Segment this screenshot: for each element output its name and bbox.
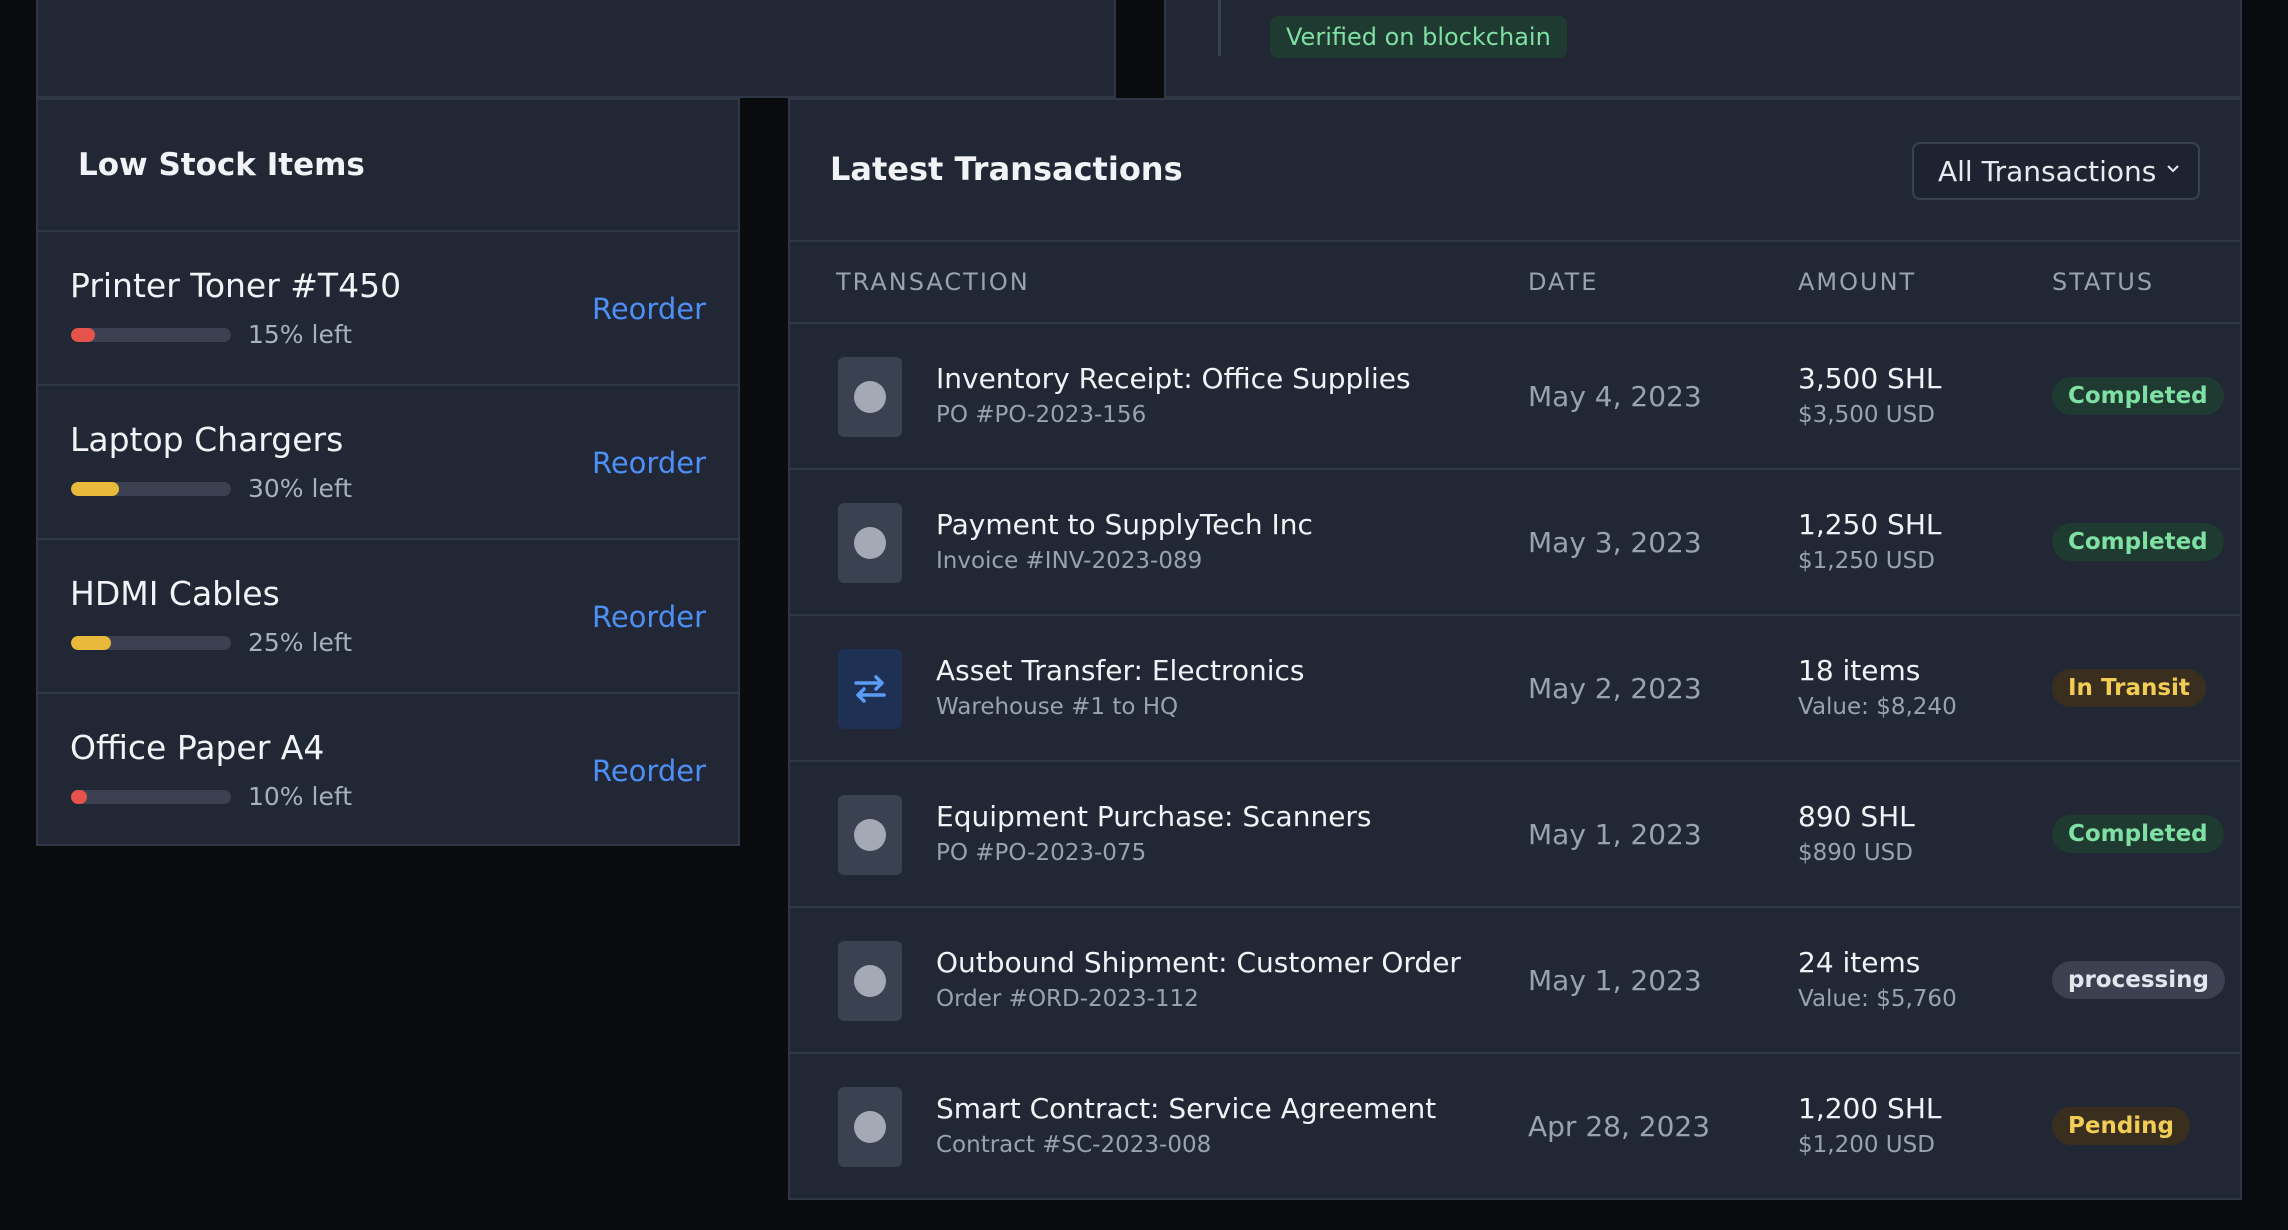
top-left-card: [36, 0, 1116, 98]
low-stock-header: Low Stock Items: [38, 100, 738, 232]
table-header: TRANSACTION DATE AMOUNT STATUS: [790, 242, 2240, 324]
stock-item-name: HDMI Cables: [70, 574, 280, 613]
column-header-status: STATUS: [2052, 268, 2155, 296]
transaction-amount: 1,250 SHL: [1798, 508, 1942, 541]
column-header-amount: AMOUNT: [1798, 268, 1917, 296]
transaction-date: May 1, 2023: [1528, 964, 1702, 997]
stock-item-name: Printer Toner #T450: [70, 266, 402, 305]
transactions-filter-select[interactable]: All Transactions: [1912, 142, 2200, 200]
circle-icon: [838, 795, 902, 875]
status-badge: Completed: [2052, 815, 2224, 853]
stock-progress-fill: [71, 328, 95, 342]
transaction-reference: Contract #SC-2023-008: [936, 1132, 1212, 1158]
verified-badge: Verified on blockchain: [1270, 16, 1567, 58]
transaction-reference: PO #PO-2023-156: [936, 402, 1147, 428]
circle-icon: [838, 357, 902, 437]
circle-icon: [838, 1087, 902, 1167]
status-badge: In Transit: [2052, 669, 2206, 707]
transactions-card: Latest Transactions All Transactions TRA…: [788, 98, 2242, 1200]
transaction-amount: 3,500 SHL: [1798, 362, 1942, 395]
transaction-date: Apr 28, 2023: [1528, 1110, 1711, 1143]
transaction-amount-secondary: $3,500 USD: [1798, 402, 1935, 428]
status-badge: Completed: [2052, 377, 2224, 415]
transaction-date: May 3, 2023: [1528, 526, 1702, 559]
column-header-date: DATE: [1528, 268, 1599, 296]
reorder-button[interactable]: Reorder: [592, 292, 706, 326]
table-row[interactable]: Payment to SupplyTech Inc Invoice #INV-2…: [790, 470, 2240, 616]
transaction-amount: 24 items: [1798, 946, 1921, 979]
transactions-table-body: Inventory Receipt: Office Supplies PO #P…: [790, 324, 2240, 1200]
transaction-amount-secondary: $1,200 USD: [1798, 1132, 1935, 1158]
column-header-transaction: TRANSACTION: [836, 268, 1030, 296]
transactions-header: Latest Transactions All Transactions: [790, 100, 2240, 242]
transaction-name: Outbound Shipment: Customer Order: [936, 946, 1461, 979]
stock-percent-label: 10% left: [248, 782, 353, 811]
stock-progress-fill: [71, 482, 119, 496]
transaction-amount: 1,200 SHL: [1798, 1092, 1942, 1125]
transaction-amount: 890 SHL: [1798, 800, 1915, 833]
table-row[interactable]: Outbound Shipment: Customer Order Order …: [790, 908, 2240, 1054]
transaction-reference: Warehouse #1 to HQ: [936, 694, 1179, 720]
stock-item-name: Office Paper A4: [70, 728, 325, 767]
circle-icon: [838, 941, 902, 1021]
list-item: Laptop Chargers 30% left Reorder: [38, 386, 738, 540]
stock-progress-bar: [71, 328, 231, 342]
transaction-name: Inventory Receipt: Office Supplies: [936, 362, 1411, 395]
low-stock-list: Printer Toner #T450 15% left Reorder Lap…: [38, 232, 738, 848]
transaction-amount-secondary: $1,250 USD: [1798, 548, 1935, 574]
transaction-date: May 1, 2023: [1528, 818, 1702, 851]
stock-progress-bar: [71, 482, 231, 496]
transfer-arrows-icon: [838, 649, 902, 729]
transaction-reference: PO #PO-2023-075: [936, 840, 1147, 866]
chevron-down-icon: [2167, 165, 2179, 173]
status-badge: Completed: [2052, 523, 2224, 561]
low-stock-title: Low Stock Items: [78, 147, 365, 183]
low-stock-card: Low Stock Items Printer Toner #T450 15% …: [36, 98, 740, 846]
list-item: Office Paper A4 10% left Reorder: [38, 694, 738, 848]
timeline-line: [1218, 0, 1221, 56]
reorder-button[interactable]: Reorder: [592, 600, 706, 634]
stock-item-name: Laptop Chargers: [70, 420, 344, 459]
transaction-date: May 4, 2023: [1528, 380, 1702, 413]
reorder-button[interactable]: Reorder: [592, 754, 706, 788]
list-item: HDMI Cables 25% left Reorder: [38, 540, 738, 694]
stock-progress-fill: [71, 790, 87, 804]
status-badge: Pending: [2052, 1107, 2191, 1145]
transaction-date: May 2, 2023: [1528, 672, 1702, 705]
circle-icon: [838, 503, 902, 583]
table-row[interactable]: Asset Transfer: Electronics Warehouse #1…: [790, 616, 2240, 762]
stock-progress-bar: [71, 790, 231, 804]
transactions-filter-value: All Transactions: [1938, 154, 2157, 188]
status-badge: processing: [2052, 961, 2225, 999]
reorder-button[interactable]: Reorder: [592, 446, 706, 480]
table-row[interactable]: Inventory Receipt: Office Supplies PO #P…: [790, 324, 2240, 470]
table-row[interactable]: Smart Contract: Service Agreement Contra…: [790, 1054, 2240, 1200]
transaction-name: Asset Transfer: Electronics: [936, 654, 1305, 687]
transaction-amount-secondary: Value: $8,240: [1798, 694, 1957, 720]
top-right-card: Verified on blockchain: [1164, 0, 2242, 98]
stock-progress-fill: [71, 636, 111, 650]
transaction-name: Equipment Purchase: Scanners: [936, 800, 1372, 833]
stock-percent-label: 25% left: [248, 628, 353, 657]
transaction-reference: Invoice #INV-2023-089: [936, 548, 1203, 574]
transaction-name: Smart Contract: Service Agreement: [936, 1092, 1437, 1125]
table-row[interactable]: Equipment Purchase: Scanners PO #PO-2023…: [790, 762, 2240, 908]
stock-percent-label: 30% left: [248, 474, 353, 503]
list-item: Printer Toner #T450 15% left Reorder: [38, 232, 738, 386]
transaction-name: Payment to SupplyTech Inc: [936, 508, 1313, 541]
transaction-amount: 18 items: [1798, 654, 1921, 687]
stock-progress-bar: [71, 636, 231, 650]
transaction-amount-secondary: Value: $5,760: [1798, 986, 1957, 1012]
transaction-reference: Order #ORD-2023-112: [936, 986, 1199, 1012]
transactions-title: Latest Transactions: [830, 150, 1183, 188]
transaction-amount-secondary: $890 USD: [1798, 840, 1913, 866]
stock-percent-label: 15% left: [248, 320, 353, 349]
